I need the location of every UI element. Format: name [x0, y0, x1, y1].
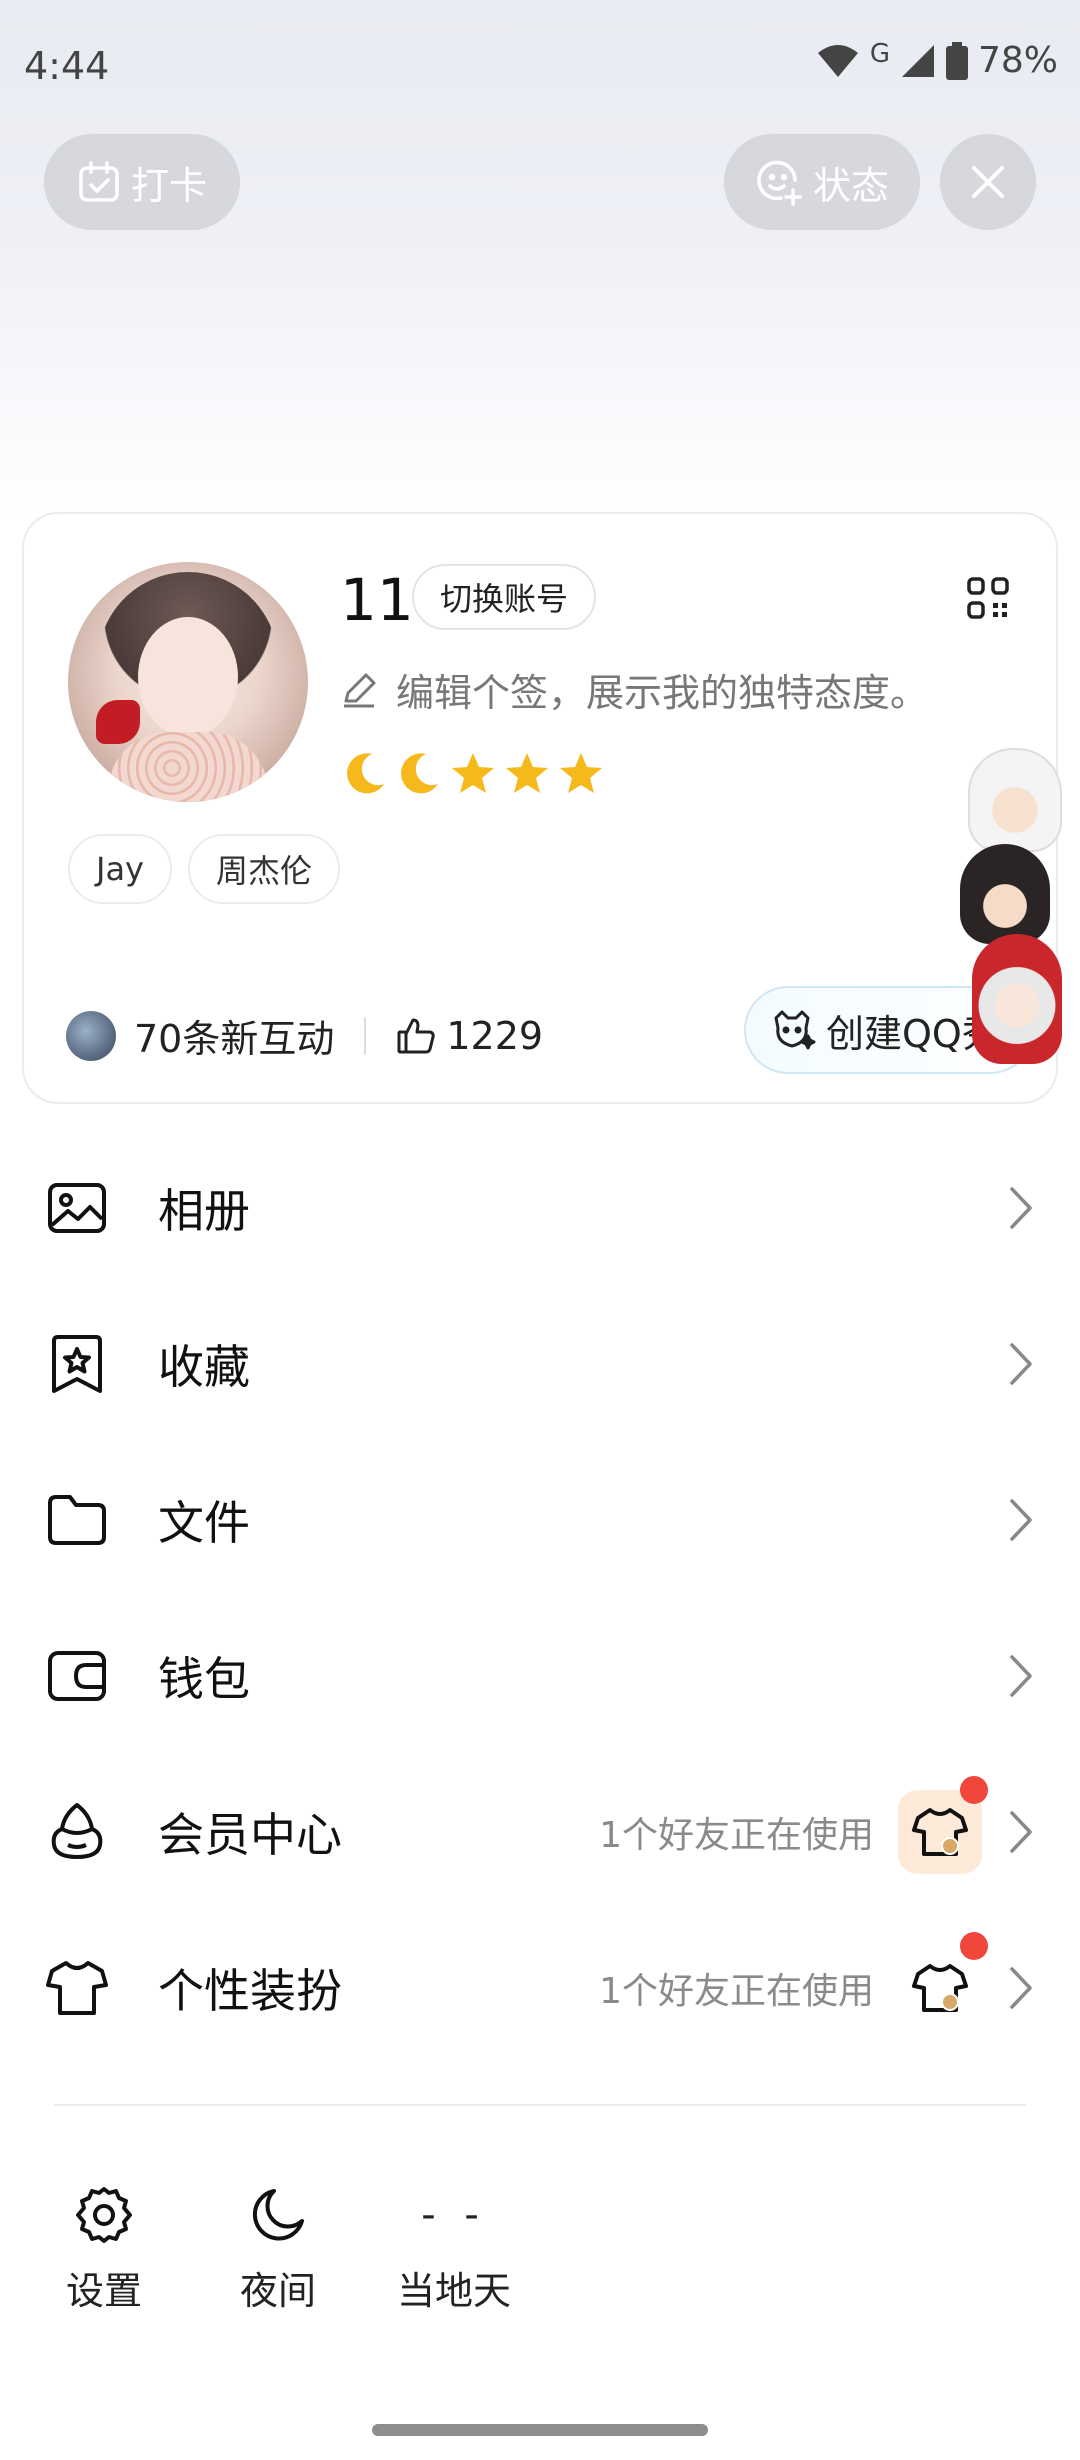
status-label: 状态	[812, 163, 889, 208]
star-icon	[452, 753, 494, 793]
bottom-toolbar: 设置 夜间 - - 当地天	[0, 2180, 1080, 2340]
settings-label: 设置	[65, 2269, 142, 2313]
menu-item-personalization[interactable]: 个性装扮 1个好友正在使用	[0, 1910, 1080, 2066]
status-bar: 4:44 G 78%	[0, 0, 1080, 130]
status-button[interactable]: 状态	[724, 134, 920, 230]
qq-level[interactable]	[342, 750, 604, 796]
status-icons: G 78%	[816, 38, 1058, 81]
battery-icon	[945, 41, 968, 80]
menu-list: 相册 收藏 文件 钱包 会员中心 1个好友正在使用 个性装扮 1个好友正在使用	[0, 1130, 1080, 2066]
tshirt-icon	[46, 1961, 108, 2015]
menu-label-vip-center: 会员中心	[158, 1808, 342, 1862]
battery-percent: 78%	[977, 40, 1058, 81]
moon-icon	[347, 753, 384, 794]
signal-icon	[901, 44, 934, 77]
thumbs-up-icon	[397, 1018, 436, 1053]
chevron-right-icon	[1010, 1967, 1032, 2009]
tag-jay[interactable]: Jay	[68, 834, 172, 904]
signature-text: 编辑个签，展示我的独特态度。	[396, 671, 929, 715]
weather-button[interactable]: - - 当地天	[374, 2180, 534, 2315]
chevron-right-icon	[1010, 1499, 1032, 1541]
tshirt-coin-icon	[912, 1808, 968, 1856]
stats-row: 70条新互动 1229	[66, 1008, 543, 1063]
menu-sub-vip-center: 1个好友正在使用	[599, 1815, 874, 1856]
tag-list: Jay 周杰伦	[68, 834, 340, 904]
chevron-right-icon	[1010, 1655, 1032, 1697]
menu-item-favorites[interactable]: 收藏	[0, 1286, 1080, 1442]
section-divider	[54, 2104, 1026, 2106]
menu-label-album: 相册	[158, 1184, 250, 1238]
network-type: G	[869, 38, 890, 69]
vip-icon	[51, 1803, 103, 1859]
tag-jay-chou[interactable]: 周杰伦	[187, 834, 340, 904]
folder-icon	[48, 1495, 106, 1545]
close-icon	[972, 166, 1004, 198]
menu-label-wallet: 钱包	[158, 1652, 250, 1706]
close-button[interactable]	[940, 134, 1036, 230]
wifi-icon	[817, 44, 858, 77]
chibi-sticker-duck[interactable]	[968, 748, 1062, 852]
menu-item-files[interactable]: 文件	[0, 1442, 1080, 1598]
star-icon	[560, 753, 602, 793]
menu-sub-personalization: 1个好友正在使用	[599, 1971, 874, 2012]
checkin-label: 打卡	[130, 163, 207, 208]
chevron-right-icon	[1010, 1811, 1032, 1853]
chibi-sticker-cat[interactable]	[960, 844, 1050, 944]
menu-label-personalization: 个性装扮	[158, 1964, 342, 2018]
status-time: 4:44	[24, 44, 110, 88]
qq-show-icon	[774, 1010, 816, 1050]
moon-icon	[401, 753, 438, 794]
night-mode-button[interactable]: 夜间	[198, 2180, 358, 2315]
smiley-plus-icon	[757, 160, 802, 206]
chevron-right-icon	[1010, 1187, 1032, 1229]
chevron-right-icon	[1010, 1343, 1032, 1385]
menu-label-files: 文件	[158, 1496, 250, 1550]
bookmark-star-icon	[52, 1335, 102, 1393]
switch-account-button[interactable]: 切换账号	[412, 564, 597, 630]
tshirt-coin-icon	[912, 1964, 968, 2012]
interaction-avatar	[66, 1010, 116, 1061]
avatar[interactable]	[68, 562, 308, 802]
home-indicator[interactable]	[372, 2424, 708, 2436]
menu-item-vip-center[interactable]: 会员中心 1个好友正在使用	[0, 1754, 1080, 1910]
weather-label: 当地天	[396, 2269, 511, 2313]
checkin-button[interactable]: 打卡	[44, 134, 240, 230]
moon-icon	[252, 2189, 304, 2241]
stats-divider	[364, 1016, 367, 1055]
menu-item-album[interactable]: 相册	[0, 1130, 1080, 1286]
likes-count[interactable]: 1229	[446, 1014, 543, 1058]
calendar-check-icon	[79, 161, 119, 202]
chibi-sticker-red-hat[interactable]	[972, 934, 1062, 1064]
interactions-count[interactable]: 70条新互动	[134, 1008, 334, 1063]
menu-label-favorites: 收藏	[158, 1340, 250, 1394]
nickname[interactable]: 11	[340, 566, 414, 634]
settings-button[interactable]: 设置	[24, 2180, 184, 2315]
night-label: 夜间	[239, 2269, 316, 2313]
qr-code-icon[interactable]	[966, 576, 1010, 620]
new-badge-dot	[960, 1932, 988, 1960]
weather-value: - -	[421, 2192, 487, 2238]
signature-row[interactable]: 编辑个签，展示我的独特态度。	[340, 662, 928, 717]
menu-item-wallet[interactable]: 钱包	[0, 1598, 1080, 1754]
photo-album-icon	[48, 1183, 106, 1233]
profile-card: 11 切换账号 编辑个签，展示我的独特态度。 Jay 周杰伦 70条新互动 12…	[22, 512, 1058, 1104]
pencil-icon	[344, 673, 376, 707]
wallet-icon	[48, 1651, 106, 1701]
gear-icon	[76, 2187, 132, 2243]
star-icon	[506, 753, 548, 793]
new-badge-dot	[960, 1776, 988, 1804]
